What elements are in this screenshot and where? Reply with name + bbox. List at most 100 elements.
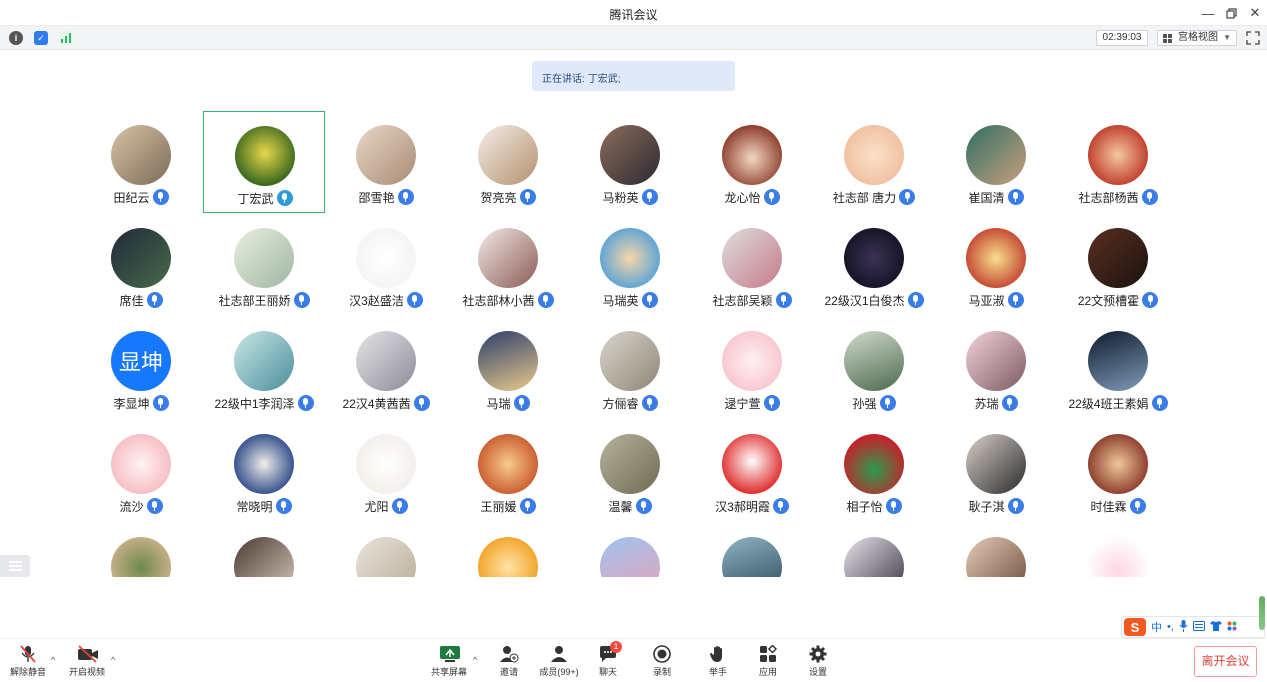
ime-toolbar[interactable]: S 中 •, [1121, 616, 1265, 638]
participant-tile[interactable]: 22级汉1白俊杰 [813, 214, 935, 316]
participant-tile[interactable]: 汉3赵盛洁 [325, 214, 447, 316]
participant-tile[interactable] [569, 523, 691, 577]
mic-icon[interactable] [1179, 619, 1188, 635]
ime-punctuation[interactable]: •, [1167, 621, 1174, 633]
participant-tile[interactable]: 22级中1李润泽 [203, 317, 325, 419]
mic-icon [772, 498, 789, 514]
avatar [966, 125, 1026, 185]
participant-name-row: 崔国清 [935, 189, 1057, 206]
start-video-button[interactable]: 开启视频 [59, 645, 115, 681]
participant-name-row: 龙心怡 [691, 189, 813, 206]
leave-meeting-button[interactable]: 离开会议 [1194, 646, 1257, 677]
members-button[interactable]: 成员(99+) [531, 645, 587, 681]
participant-tile[interactable]: 耿子淇 [935, 420, 1057, 522]
participant-tile[interactable]: 社志部吴颖 [691, 214, 813, 316]
participant-tile[interactable]: 社志部 唐力 [813, 111, 935, 213]
participant-tile[interactable]: 社志部王丽娇 [203, 214, 325, 316]
close-icon[interactable]: ✕ [1244, 3, 1266, 23]
participant-name-row: 流沙 [80, 498, 202, 515]
participant-name: 龙心怡 [724, 191, 761, 205]
participant-tile[interactable]: 马瑞 [447, 317, 569, 419]
participant-name-row: 马亚淑 [935, 292, 1057, 309]
ime-mode[interactable]: 中 [1151, 619, 1162, 635]
mic-icon [297, 395, 314, 411]
participant-name: 马亚淑 [968, 294, 1005, 308]
participant-tile[interactable] [447, 523, 569, 577]
keyboard-icon[interactable] [1192, 620, 1205, 634]
fullscreen-icon[interactable] [1246, 31, 1260, 45]
unmute-button[interactable]: 解除静音 [0, 645, 56, 681]
participant-tile[interactable] [80, 523, 202, 577]
info-icon[interactable]: i [9, 31, 23, 45]
mic-icon [513, 395, 530, 411]
participant-tile[interactable]: 邵雪艳 [325, 111, 447, 213]
participant-name-row: 时佳霖 [1057, 498, 1179, 515]
participant-tile[interactable]: 崔国清 [935, 111, 1057, 213]
participant-tile[interactable]: 常晓明 [203, 420, 325, 522]
avatar [722, 537, 782, 577]
view-mode-dropdown[interactable]: 宫格视图 ▼ [1157, 30, 1237, 46]
participant-tile[interactable]: 相子怡 [813, 420, 935, 522]
restore-icon[interactable] [1220, 3, 1242, 23]
participant-tile[interactable] [203, 523, 325, 577]
participant-name-row: 社志部吴颖 [691, 292, 813, 309]
raise-hand-button[interactable]: 举手 [690, 645, 746, 681]
apps-button[interactable]: 应用 [740, 644, 796, 681]
scrollbar[interactable] [1259, 596, 1265, 630]
participant-tile[interactable]: 苏瑞 [935, 317, 1057, 419]
participant-tile[interactable]: 王丽媛 [447, 420, 569, 522]
participant-tile[interactable]: 席佳 [80, 214, 202, 316]
participant-tile[interactable] [1057, 523, 1179, 577]
participant-tile[interactable]: 丁宏武 [203, 111, 325, 213]
participant-tile[interactable]: 马瑞英 [569, 214, 691, 316]
participant-tile[interactable]: 田纪云 [80, 111, 202, 213]
participant-tile[interactable]: 尤阳 [325, 420, 447, 522]
avatar [844, 434, 904, 494]
participant-tile[interactable]: 汉3郝明霞 [691, 420, 813, 522]
participant-tile[interactable]: 22汉4黄茜茜 [325, 317, 447, 419]
participant-tile[interactable]: 龙心怡 [691, 111, 813, 213]
avatar [1088, 434, 1148, 494]
participant-name: 耿子淇 [968, 500, 1005, 514]
signal-icon[interactable] [59, 31, 73, 45]
video-options-chevron-icon[interactable]: ^ [111, 655, 121, 665]
grid-icon[interactable] [1227, 621, 1237, 634]
participant-tile[interactable]: 流沙 [80, 420, 202, 522]
participant-name-row: 耿子淇 [935, 498, 1057, 515]
participant-tile[interactable] [691, 523, 813, 577]
invite-button[interactable]: 邀请 [481, 645, 537, 681]
shirt-icon[interactable] [1209, 620, 1222, 634]
record-button[interactable]: 录制 [634, 645, 690, 681]
side-panel-toggle[interactable] [0, 555, 30, 577]
participant-tile[interactable]: 孙强 [813, 317, 935, 419]
mic-icon [635, 498, 652, 514]
participant-tile[interactable]: 马粉英 [569, 111, 691, 213]
participant-tile[interactable]: 逯宁萱 [691, 317, 813, 419]
participant-tile[interactable]: 22级4班王素娟 [1057, 317, 1179, 419]
participant-tile[interactable] [935, 523, 1057, 577]
participant-tile[interactable]: 22文预槽霍 [1057, 214, 1179, 316]
shield-icon[interactable]: ✓ [34, 31, 48, 45]
view-mode-label: 宫格视图 [1178, 32, 1218, 43]
minimize-icon[interactable]: — [1197, 3, 1219, 23]
participant-name: 社志部 唐力 [832, 191, 897, 205]
participant-tile[interactable]: 时佳霖 [1057, 420, 1179, 522]
participant-tile[interactable] [325, 523, 447, 577]
share-screen-button[interactable]: 共享屏幕 [421, 645, 477, 681]
participant-tile[interactable]: 显坤 李显坤 [80, 317, 202, 419]
mic-icon [391, 498, 408, 514]
hand-icon [708, 645, 728, 663]
participant-tile[interactable]: 马亚淑 [935, 214, 1057, 316]
participant-tile[interactable]: 社志部杨茜 [1057, 111, 1179, 213]
participant-tile[interactable]: 温馨 [569, 420, 691, 522]
participant-name-row: 马粉英 [569, 189, 691, 206]
participant-tile[interactable]: 社志部林小茜 [447, 214, 569, 316]
participant-tile[interactable]: 贺亮亮 [447, 111, 569, 213]
chat-button[interactable]: 1 聊天 [580, 641, 636, 681]
record-label: 录制 [652, 667, 671, 677]
avatar [844, 125, 904, 185]
participant-tile[interactable]: 方俪睿 [569, 317, 691, 419]
participant-tile[interactable] [813, 523, 935, 577]
settings-button[interactable]: 设置 [790, 645, 846, 681]
avatar-text: 显坤 [118, 350, 163, 375]
